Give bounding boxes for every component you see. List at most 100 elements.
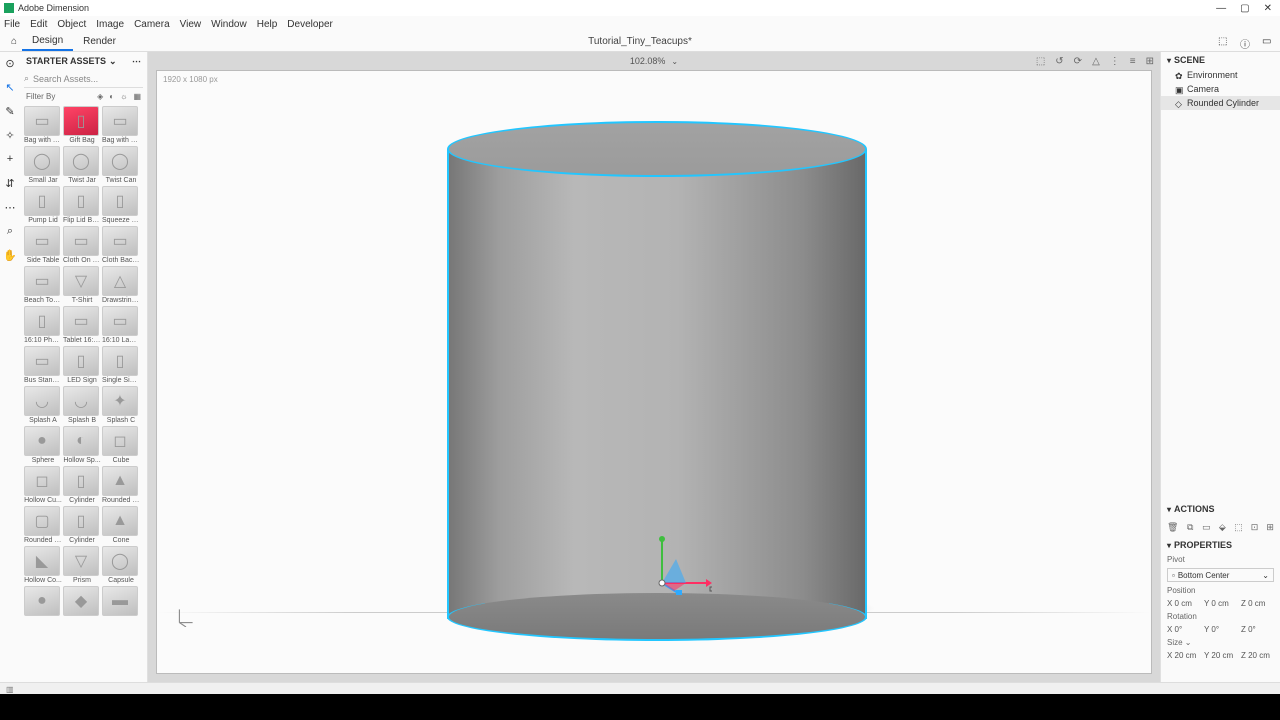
asset-item[interactable]: ▢Rounded C... <box>24 506 62 544</box>
tool-add[interactable]: + <box>3 152 17 166</box>
canvas-tool-0[interactable]: ⬚ <box>1036 56 1045 67</box>
chevron-down-icon[interactable]: ⌄ <box>671 57 678 66</box>
asset-item[interactable]: ▲Cone <box>102 506 140 544</box>
asset-item[interactable]: ◐Hollow Sp... <box>63 426 101 464</box>
menu-object[interactable]: Object <box>57 19 86 30</box>
action-6[interactable]: ⊞ <box>1266 521 1274 533</box>
action-3[interactable]: ⬙ <box>1219 521 1227 533</box>
tool-move[interactable]: ↖ <box>3 80 17 94</box>
asset-item[interactable]: ▭16:10 Lapt... <box>102 306 140 344</box>
search-input[interactable]: ⌕ Search Assets... <box>24 70 143 88</box>
asset-item[interactable]: ▭Bus Stand... <box>24 346 62 384</box>
asset-item[interactable]: ● <box>24 586 62 617</box>
rotation-z[interactable]: Z 0° <box>1241 625 1274 634</box>
action-4[interactable]: ⬚ <box>1234 521 1243 533</box>
asset-item[interactable]: ◻Hollow Cu... <box>24 466 62 504</box>
menu-file[interactable]: File <box>4 19 20 30</box>
asset-item[interactable]: ▯Pump Lid <box>24 186 62 224</box>
maximize-button[interactable]: ▢ <box>1240 3 1249 14</box>
position-y[interactable]: Y 0 cm <box>1204 599 1237 608</box>
asset-item[interactable]: ◡Splash A <box>24 386 62 424</box>
tool-select[interactable]: ⊙ <box>3 56 17 70</box>
scene-panel-header[interactable]: SCENE <box>1161 52 1280 68</box>
menu-help[interactable]: Help <box>257 19 278 30</box>
canvas-tool-6[interactable]: ⊞ <box>1146 56 1154 67</box>
asset-item[interactable]: ▯LED Sign <box>63 346 101 384</box>
rotation-y[interactable]: Y 0° <box>1204 625 1237 634</box>
asset-item[interactable]: △Drawstring... <box>102 266 140 304</box>
tool-dash[interactable]: ⋯ <box>3 200 17 214</box>
asset-item[interactable]: ▭Beach Tow... <box>24 266 62 304</box>
asset-item[interactable]: ▽Prism <box>63 546 101 584</box>
size-y[interactable]: Y 20 cm <box>1204 651 1237 660</box>
asset-item[interactable]: ▭Tablet 16:10 <box>63 306 101 344</box>
asset-item[interactable]: ✦Splash C <box>102 386 140 424</box>
scene-item-rounded-cylinder[interactable]: ◇Rounded Cylinder <box>1161 96 1280 110</box>
canvas-tool-1[interactable]: ↺ <box>1055 56 1063 67</box>
tool-hand[interactable]: ✋ <box>3 248 17 262</box>
asset-item[interactable]: ▭Side Table <box>24 226 62 264</box>
position-x[interactable]: X 0 cm <box>1167 599 1200 608</box>
asset-item[interactable]: ◯Capsule <box>102 546 140 584</box>
chat-icon[interactable]: ▭ <box>1262 36 1274 48</box>
size-x[interactable]: X 20 cm <box>1167 651 1200 660</box>
tool-align[interactable]: ⇵ <box>3 176 17 190</box>
canvas-tool-2[interactable]: ⟳ <box>1074 56 1082 67</box>
filter-materials-icon[interactable]: ◐ <box>109 92 114 101</box>
asset-item[interactable]: ▯Flip Lid Bo... <box>63 186 101 224</box>
menu-camera[interactable]: Camera <box>134 19 170 30</box>
menu-window[interactable]: Window <box>211 19 247 30</box>
close-button[interactable]: ✕ <box>1264 3 1272 14</box>
asset-item[interactable]: ▬ <box>102 586 140 617</box>
mode-render[interactable]: Render <box>73 32 126 51</box>
transform-gizmo[interactable] <box>652 535 712 595</box>
tool-eyedropper[interactable]: ✎ <box>3 104 17 118</box>
asset-item[interactable]: ▭Bag with C... <box>102 106 140 144</box>
filter-models-icon[interactable]: ◈ <box>97 92 103 101</box>
asset-item[interactable]: ▭Cloth Back... <box>102 226 140 264</box>
asset-item[interactable]: ▯Single Sign... <box>102 346 140 384</box>
tool-magicwand[interactable]: ✧ <box>3 128 17 142</box>
mode-design[interactable]: Design <box>22 32 73 51</box>
asset-item[interactable]: ◯Twist Can <box>102 146 140 184</box>
asset-item[interactable]: ◻Cube <box>102 426 140 464</box>
menu-edit[interactable]: Edit <box>30 19 47 30</box>
asset-item[interactable]: ▯Gift Bag <box>63 106 101 144</box>
asset-item[interactable]: ●Sphere <box>24 426 62 464</box>
asset-item[interactable]: ▭Bag with W... <box>24 106 62 144</box>
action-2[interactable]: ▭ <box>1202 521 1211 533</box>
zoom-readout[interactable]: 102.08% <box>630 56 666 66</box>
assets-header[interactable]: STARTER ASSETS ⌄ ⋯ <box>20 52 147 70</box>
viewport[interactable]: 1920 x 1080 px <box>156 70 1152 674</box>
menu-view[interactable]: View <box>180 19 202 30</box>
asset-item[interactable]: ▭Cloth On T... <box>63 226 101 264</box>
tool-zoom[interactable]: ⌕ <box>3 224 17 238</box>
menu-image[interactable]: Image <box>96 19 124 30</box>
rotation-x[interactable]: X 0° <box>1167 625 1200 634</box>
scene-item-camera[interactable]: ▣Camera <box>1161 82 1280 96</box>
cloud-icon[interactable]: ⬚ <box>1218 36 1230 48</box>
asset-item[interactable]: ◆ <box>63 586 101 617</box>
filter-images-icon[interactable]: ▦ <box>133 92 141 101</box>
minimize-button[interactable]: — <box>1216 3 1226 14</box>
size-z[interactable]: Z 20 cm <box>1241 651 1274 660</box>
asset-item[interactable]: ▯Squeeze T... <box>102 186 140 224</box>
pivot-dropdown[interactable]: ▫ Bottom Center ⌄ <box>1167 568 1274 582</box>
asset-item[interactable]: ▯Cylinder <box>63 506 101 544</box>
actions-panel-header[interactable]: ACTIONS <box>1161 501 1280 517</box>
action-1[interactable]: ⧉ <box>1186 521 1194 533</box>
canvas-tool-3[interactable]: △ <box>1092 56 1100 67</box>
more-icon[interactable]: ⋯ <box>132 56 141 67</box>
menu-developer[interactable]: Developer <box>287 19 333 30</box>
asset-item[interactable]: ◯Small Jar <box>24 146 62 184</box>
asset-item[interactable]: ▲Rounded C... <box>102 466 140 504</box>
asset-item[interactable]: ▯16:10 Phone <box>24 306 62 344</box>
cards-icon[interactable]: ▥ <box>6 685 14 694</box>
asset-item[interactable]: ▽T-Shirt <box>63 266 101 304</box>
asset-item[interactable]: ▯Cylinder <box>63 466 101 504</box>
asset-item[interactable]: ◯Twist Jar <box>63 146 101 184</box>
filter-lights-icon[interactable]: ☼ <box>120 92 127 101</box>
asset-item[interactable]: ◡Splash B <box>63 386 101 424</box>
action-5[interactable]: ⊡ <box>1251 521 1259 533</box>
canvas-tool-4[interactable]: ⋮ <box>1110 56 1120 67</box>
